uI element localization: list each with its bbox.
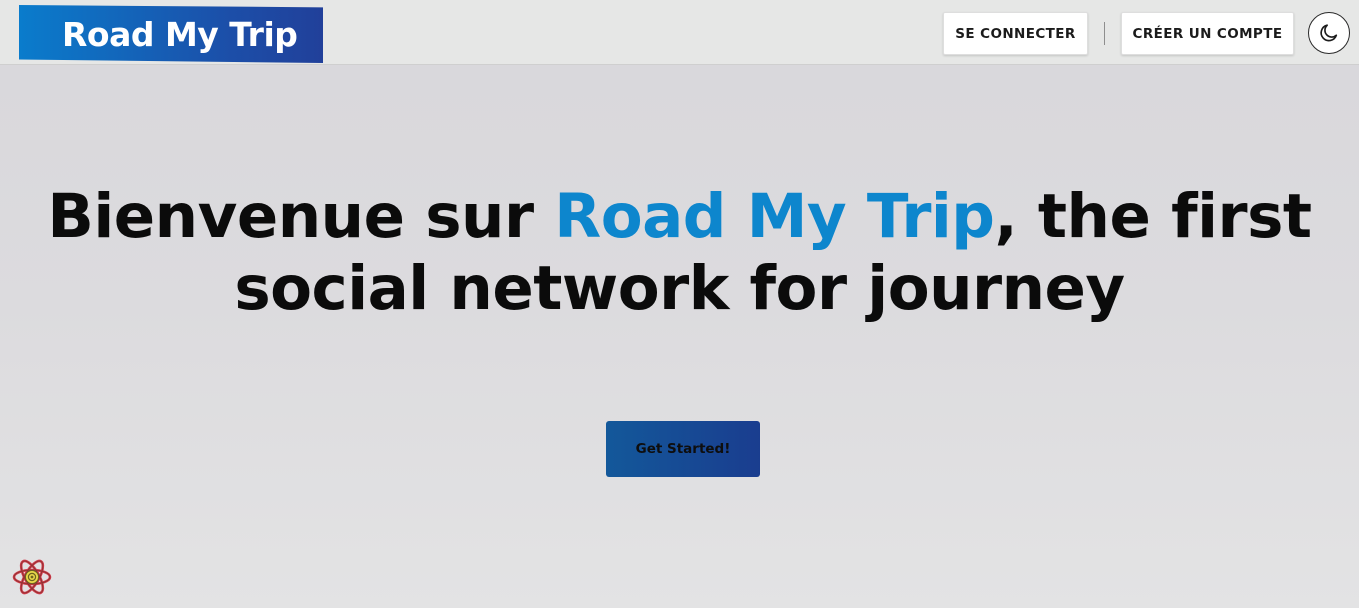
react-logo-icon bbox=[12, 559, 52, 595]
top-navigation-bar: Road My Trip SE CONNECTER CRÉER UN COMPT… bbox=[0, 0, 1359, 65]
hero-title-prefix: Bienvenue sur bbox=[47, 181, 555, 252]
logo[interactable]: Road My Trip bbox=[19, 5, 323, 63]
signup-button[interactable]: CRÉER UN COMPTE bbox=[1121, 12, 1294, 55]
login-button[interactable]: SE CONNECTER bbox=[943, 12, 1088, 55]
hero-section: Bienvenue sur Road My Trip, the first so… bbox=[0, 181, 1359, 325]
logo-text: Road My Trip bbox=[62, 14, 298, 54]
moon-icon bbox=[1320, 24, 1338, 42]
nav-divider bbox=[1104, 22, 1105, 45]
hero-title-brand: Road My Trip bbox=[554, 181, 995, 252]
get-started-button[interactable]: Get Started! bbox=[606, 421, 760, 477]
hero-title: Bienvenue sur Road My Trip, the first so… bbox=[0, 181, 1359, 325]
react-devtools-icon[interactable] bbox=[11, 556, 53, 598]
theme-toggle-button[interactable] bbox=[1308, 12, 1350, 54]
